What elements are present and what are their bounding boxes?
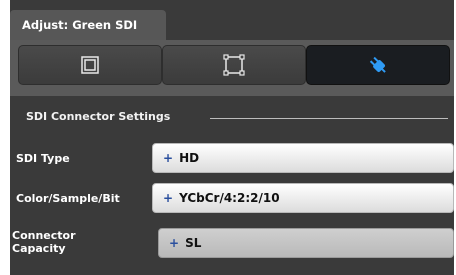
- connector-capacity-label-line1: Connector: [12, 229, 76, 242]
- crop-corners-icon: [223, 54, 245, 76]
- expand-plus-icon: +: [169, 236, 180, 250]
- square-frame-icon: [81, 56, 99, 74]
- sdi-type-label: SDI Type: [16, 152, 70, 165]
- tab-crop[interactable]: [162, 45, 306, 85]
- sdi-type-field[interactable]: + HD: [152, 143, 454, 173]
- plug-icon: [369, 56, 386, 73]
- expand-plus-icon: +: [163, 151, 174, 165]
- window-title: Adjust: Green SDI: [10, 10, 166, 40]
- connector-capacity-label: Connector Capacity: [12, 229, 76, 255]
- expand-plus-icon: +: [163, 191, 174, 205]
- tab-picture[interactable]: [18, 45, 162, 85]
- connector-capacity-label-line2: Capacity: [12, 242, 66, 255]
- color-sample-bit-label: Color/Sample/Bit: [16, 192, 120, 205]
- sdi-type-value: HD: [179, 151, 200, 165]
- connector-capacity-field[interactable]: + SL: [158, 228, 454, 258]
- section-title: SDI Connector Settings: [26, 110, 171, 123]
- connector-capacity-value: SL: [185, 236, 202, 250]
- section-divider: [210, 118, 448, 119]
- tab-bar: [10, 40, 454, 96]
- tab-connector[interactable]: [306, 45, 450, 85]
- color-sample-bit-field[interactable]: + YCbCr/4:2:2/10: [152, 183, 454, 213]
- color-sample-bit-value: YCbCr/4:2:2/10: [179, 191, 280, 205]
